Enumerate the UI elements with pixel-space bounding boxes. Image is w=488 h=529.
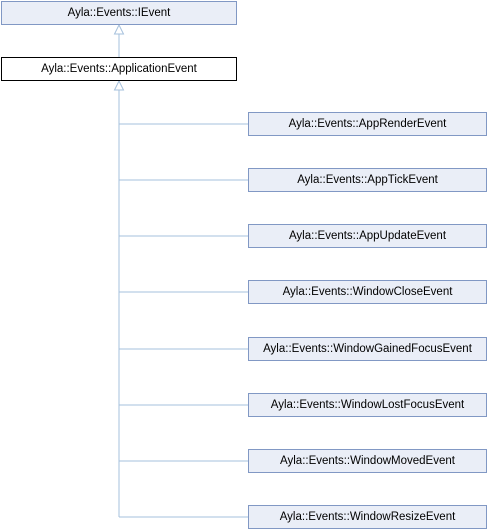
node-derived-window-moved-event[interactable]: Ayla::Events::WindowMovedEvent [248, 449, 487, 473]
node-current-class: Ayla::Events::ApplicationEvent [1, 57, 237, 81]
node-derived-window-close-event[interactable]: Ayla::Events::WindowCloseEvent [248, 280, 487, 304]
node-derived-window-gained-focus-event[interactable]: Ayla::Events::WindowGainedFocusEvent [248, 337, 487, 361]
arrowhead-current [113, 79, 125, 91]
inheritance-diagram: Ayla::Events::IEvent Ayla::Events::Appli… [0, 0, 488, 529]
node-base-class[interactable]: Ayla::Events::IEvent [1, 1, 237, 25]
node-derived-app-render-event[interactable]: Ayla::Events::AppRenderEvent [248, 112, 487, 136]
node-derived-window-resize-event[interactable]: Ayla::Events::WindowResizeEvent [248, 505, 487, 529]
node-derived-app-tick-event[interactable]: Ayla::Events::AppTickEvent [248, 168, 487, 192]
node-derived-app-update-event[interactable]: Ayla::Events::AppUpdateEvent [248, 224, 487, 248]
arrowhead-base [113, 23, 125, 35]
node-derived-window-lost-focus-event[interactable]: Ayla::Events::WindowLostFocusEvent [248, 393, 487, 417]
